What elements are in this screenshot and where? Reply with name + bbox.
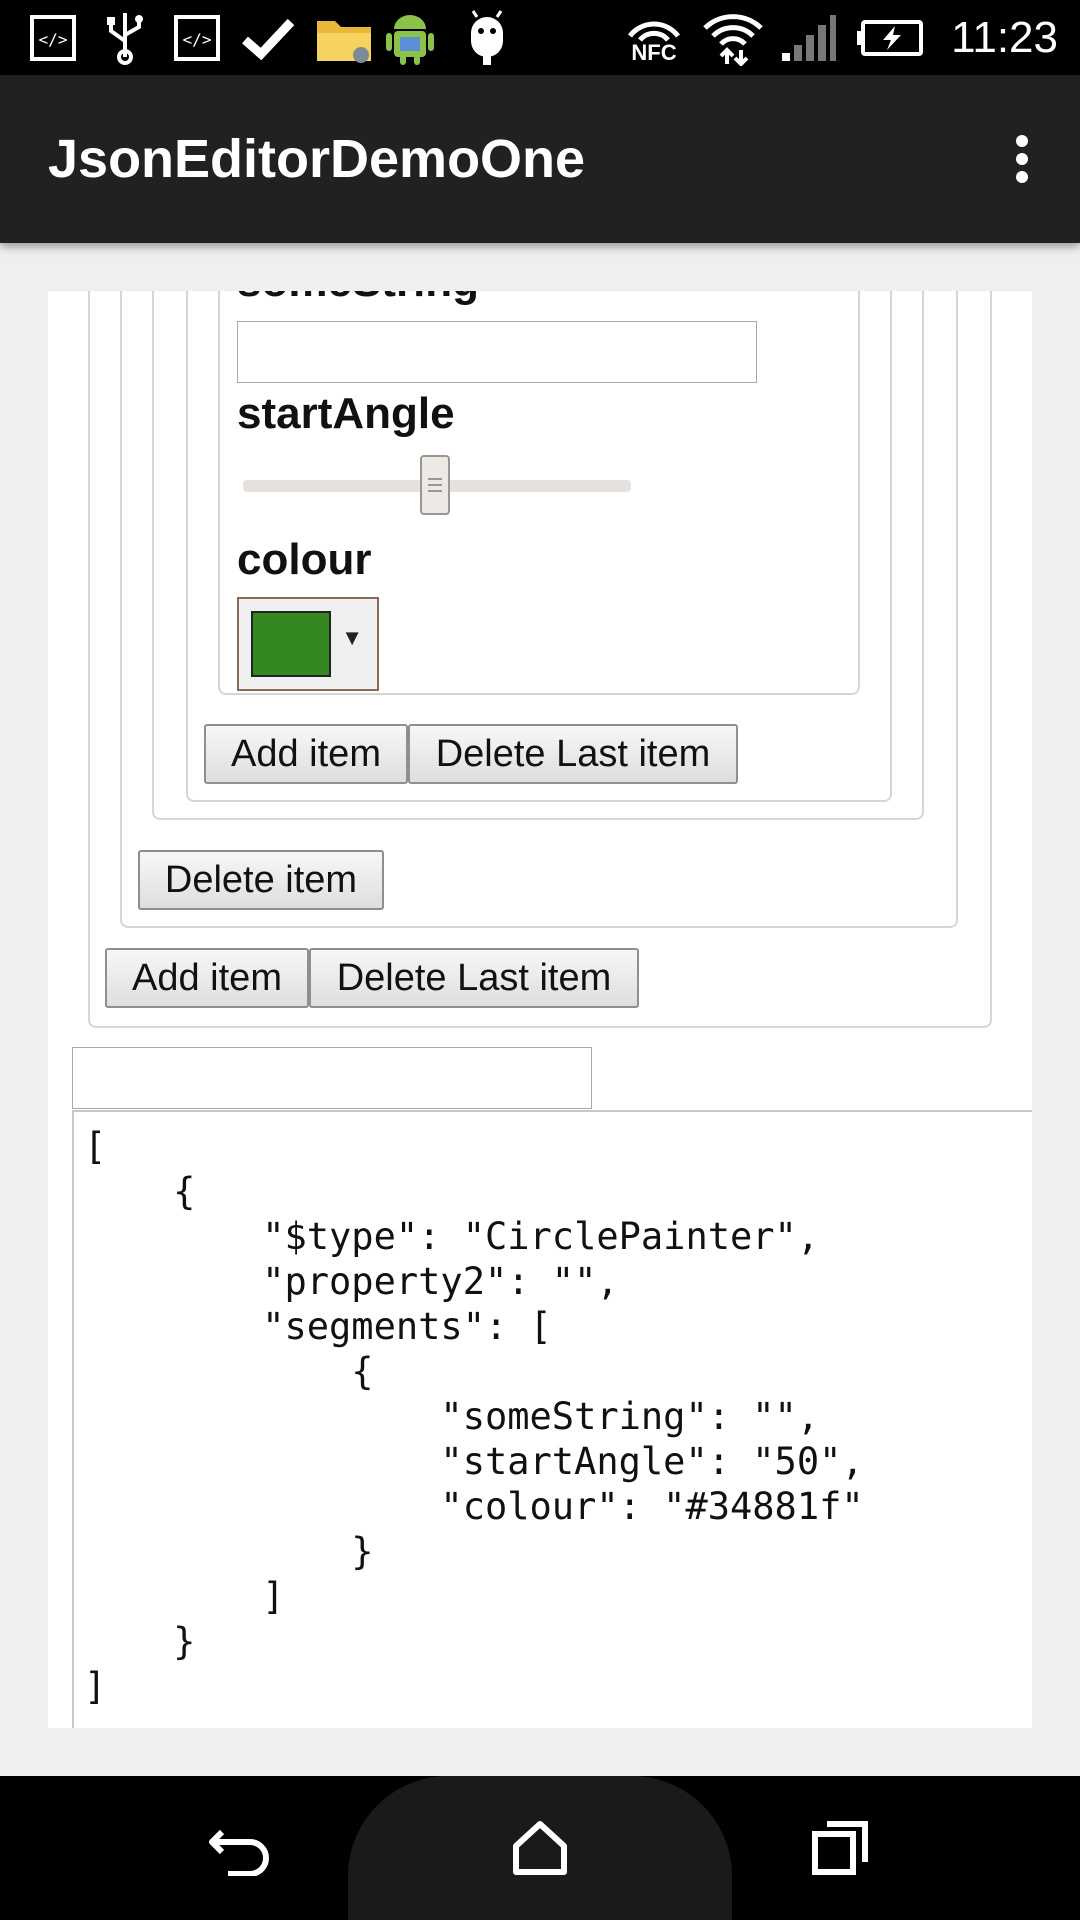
json-editor-webview: someString startAngle colour ▼ Add item … — [48, 291, 1032, 1728]
code-icon: </> — [172, 10, 222, 65]
outer-delete-last-item-button[interactable]: Delete Last item — [309, 948, 639, 1008]
start-angle-label: startAngle — [237, 389, 455, 438]
android-head-icon — [462, 9, 512, 65]
app-bar: JsonEditorDemoOne — [0, 75, 1080, 243]
start-angle-slider-thumb[interactable] — [420, 455, 450, 515]
signal-icon — [776, 10, 840, 65]
check-icon — [240, 10, 296, 65]
navigation-bar — [0, 1776, 1080, 1920]
svg-text:</>: </> — [39, 30, 68, 49]
some-string-label: someString — [237, 291, 479, 307]
status-time: 11:23 — [951, 13, 1058, 62]
android-icon — [382, 10, 438, 65]
usb-icon — [100, 10, 150, 65]
recents-icon[interactable] — [800, 1808, 880, 1888]
more-vert-icon[interactable] — [1000, 127, 1044, 191]
back-icon[interactable] — [200, 1808, 280, 1888]
colour-picker[interactable]: ▼ — [237, 597, 379, 691]
svg-text:</>: </> — [183, 30, 212, 49]
inner-add-item-button[interactable]: Add item — [204, 724, 408, 784]
outer-add-item-button[interactable]: Add item — [105, 948, 309, 1008]
battery-charging-icon — [854, 10, 926, 65]
json-output-textarea[interactable]: [ { "$type": "CirclePainter", "property2… — [72, 1110, 1032, 1728]
status-bar: </> </> NFC 11:23 — [0, 0, 1080, 75]
home-icon[interactable] — [500, 1808, 580, 1888]
code-icon: </> — [28, 10, 78, 65]
wifi-icon — [700, 10, 766, 66]
colour-label: colour — [237, 535, 372, 584]
dropdown-arrow-icon: ▼ — [341, 625, 363, 650]
delete-item-button[interactable]: Delete item — [138, 850, 384, 910]
inner-delete-last-item-button[interactable]: Delete Last item — [408, 724, 738, 784]
some-string-input[interactable] — [237, 321, 757, 383]
folder-icon — [314, 10, 374, 65]
app-title: JsonEditorDemoOne — [48, 129, 586, 189]
nfc-wifi-icon: NFC — [620, 10, 688, 65]
json-output-text: [ { "$type": "CirclePainter", "property2… — [84, 1125, 864, 1708]
nfc-label: NFC — [631, 39, 677, 65]
colour-swatch — [251, 611, 331, 677]
json-input-field[interactable] — [72, 1047, 592, 1109]
